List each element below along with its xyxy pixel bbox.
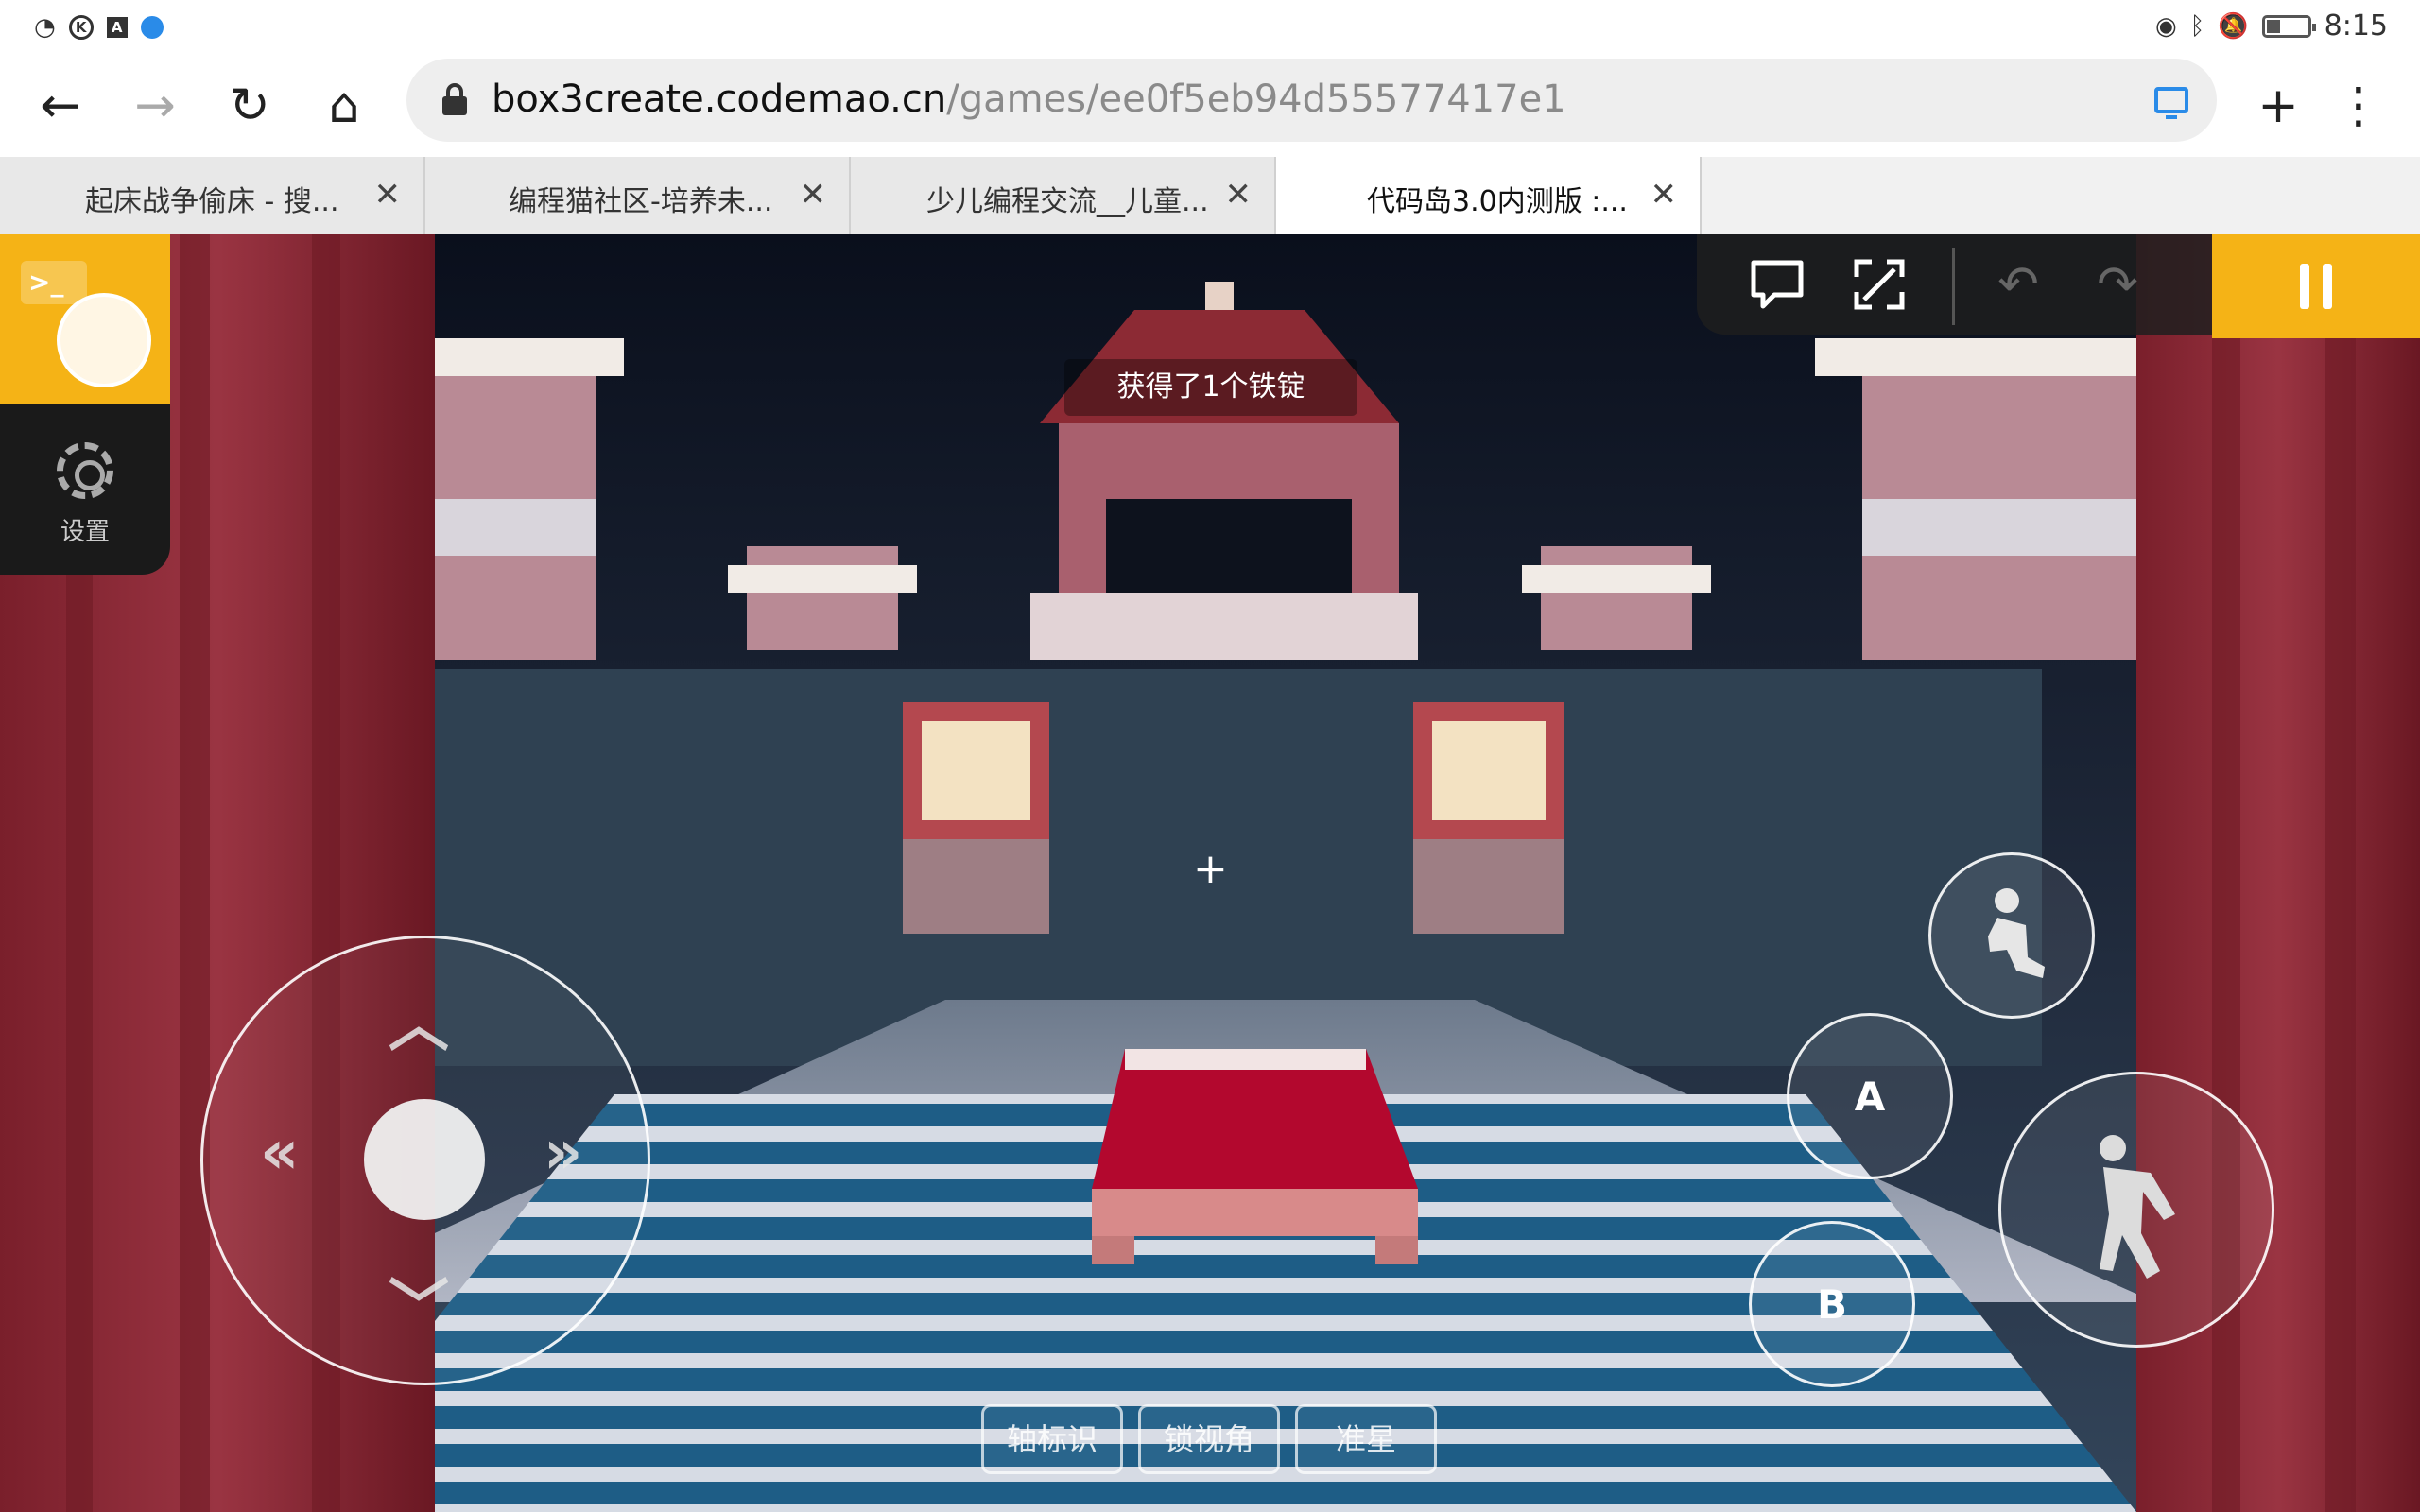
mute-icon: 🔕 <box>2218 11 2249 41</box>
chat-icon[interactable] <box>1744 253 1810 316</box>
back-arrow-icon[interactable]: ← <box>23 68 98 144</box>
b-button[interactable]: B <box>1749 1221 1915 1387</box>
battery-icon <box>2261 14 2316 38</box>
arrow-down-icon: ﹀ <box>389 1274 449 1344</box>
tab-title: 代码岛3.0内测版 :... <box>1367 185 1628 218</box>
arrow-up-icon: ︿ <box>389 990 449 1060</box>
tab-3[interactable]: 代码岛3.0内测版 :... ✕ <box>1276 157 1702 234</box>
wifi-icon: ◔ <box>34 13 56 42</box>
reload-icon[interactable]: ↻ <box>212 68 287 144</box>
toast-message: 获得了1个铁锭 <box>1064 359 1357 416</box>
axis-label-toggle[interactable]: 轴标识 <box>981 1404 1123 1474</box>
address-bar[interactable]: box3create.codemao.cn/games/ee0f5eb94d55… <box>406 59 2217 142</box>
url-host: box3create.codemao.cn <box>492 77 947 121</box>
tab-2[interactable]: 少儿编程交流__儿童... ✕ <box>851 157 1276 234</box>
eye-icon: ◉ <box>2154 11 2177 41</box>
close-icon[interactable]: ✕ <box>800 176 827 214</box>
gear-icon <box>57 442 113 499</box>
url-path: /games/ee0f5eb94d55577417e1 <box>946 77 1566 121</box>
pause-icon <box>2300 264 2309 309</box>
undo-icon[interactable]: ↶ <box>1985 253 2051 316</box>
tab-1[interactable]: 编程猫社区-培养未... ✕ <box>425 157 851 234</box>
toolbar-divider <box>1952 248 1955 325</box>
menu-icon[interactable]: ⋮ <box>2321 68 2396 144</box>
lock-view-toggle[interactable]: 锁视角 <box>1138 1404 1280 1474</box>
joystick-knob[interactable] <box>364 1099 485 1220</box>
jump-icon <box>2100 1135 2175 1279</box>
new-tab-icon[interactable]: + <box>2240 68 2316 144</box>
status-right-icons: ◉ ᛒ 🔕 8:15 <box>2155 9 2388 43</box>
close-icon[interactable]: ✕ <box>374 176 402 214</box>
tab-title: 起床战争偷床 - 搜... <box>85 185 339 218</box>
clock: 8:15 <box>2324 9 2388 43</box>
forward-arrow-icon[interactable]: → <box>117 68 193 144</box>
tab-0[interactable]: 起床战争偷床 - 搜... ✕ <box>0 157 425 234</box>
settings-label: 设置 <box>60 518 110 546</box>
bluetooth-icon: ᛒ <box>2189 11 2205 41</box>
status-bar: ◔ K A ◉ ᛒ 🔕 8:15 <box>0 0 2420 55</box>
console-icon: >_ <box>21 261 87 304</box>
close-icon[interactable]: ✕ <box>1651 176 1678 214</box>
a-button[interactable]: A <box>1787 1013 1953 1179</box>
fullscreen-icon[interactable] <box>1846 253 1912 316</box>
home-icon[interactable]: ⌂ <box>306 68 382 144</box>
game-toolbar: ↶ ↷ <box>1697 234 2212 335</box>
tab-title: 少儿编程交流__儿童... <box>926 185 1209 218</box>
browser-toolbar: ← → ↻ ⌂ box3create.codemao.cn/games/ee0f… <box>0 55 2420 157</box>
blue-app-icon <box>140 16 164 39</box>
crosshair-toggle[interactable]: 准星 <box>1295 1404 1437 1474</box>
url-text[interactable]: box3create.codemao.cn/games/ee0f5eb94d55… <box>492 77 1566 121</box>
desktop-site-icon[interactable] <box>2154 87 2188 119</box>
mascot-logo-icon <box>57 293 151 387</box>
redo-icon[interactable]: ↷ <box>2084 253 2151 316</box>
arrow-right-icon: » <box>544 1118 583 1188</box>
jump-button[interactable] <box>1998 1072 2274 1348</box>
tab-strip: 起床战争偷床 - 搜... ✕ 编程猫社区-培养未... ✕ 少儿编程交流__儿… <box>0 157 2420 234</box>
settings-button[interactable]: 设置 <box>0 404 170 575</box>
status-left-icons: ◔ K A <box>34 13 164 42</box>
game-viewport[interactable]: >_ 设置 ↶ ↷ 获得了1个铁锭 + ︿ ﹀ « » A B 轴标识 锁视角 … <box>0 234 2420 1512</box>
lock-icon <box>442 83 467 115</box>
arrow-left-icon: « <box>260 1118 300 1188</box>
crouch-button[interactable] <box>1928 852 2095 1019</box>
crouch-icon <box>1988 888 2045 978</box>
close-icon[interactable]: ✕ <box>1225 176 1253 214</box>
codemao-logo-button[interactable]: >_ <box>0 234 170 404</box>
tab-title: 编程猫社区-培养未... <box>509 185 773 218</box>
movement-joystick[interactable]: ︿ ﹀ « » <box>200 936 650 1385</box>
crosshair-icon: + <box>1193 845 1228 893</box>
k-app-icon: K <box>68 15 94 40</box>
pause-button[interactable] <box>2212 234 2420 338</box>
a-app-icon: A <box>106 17 128 38</box>
